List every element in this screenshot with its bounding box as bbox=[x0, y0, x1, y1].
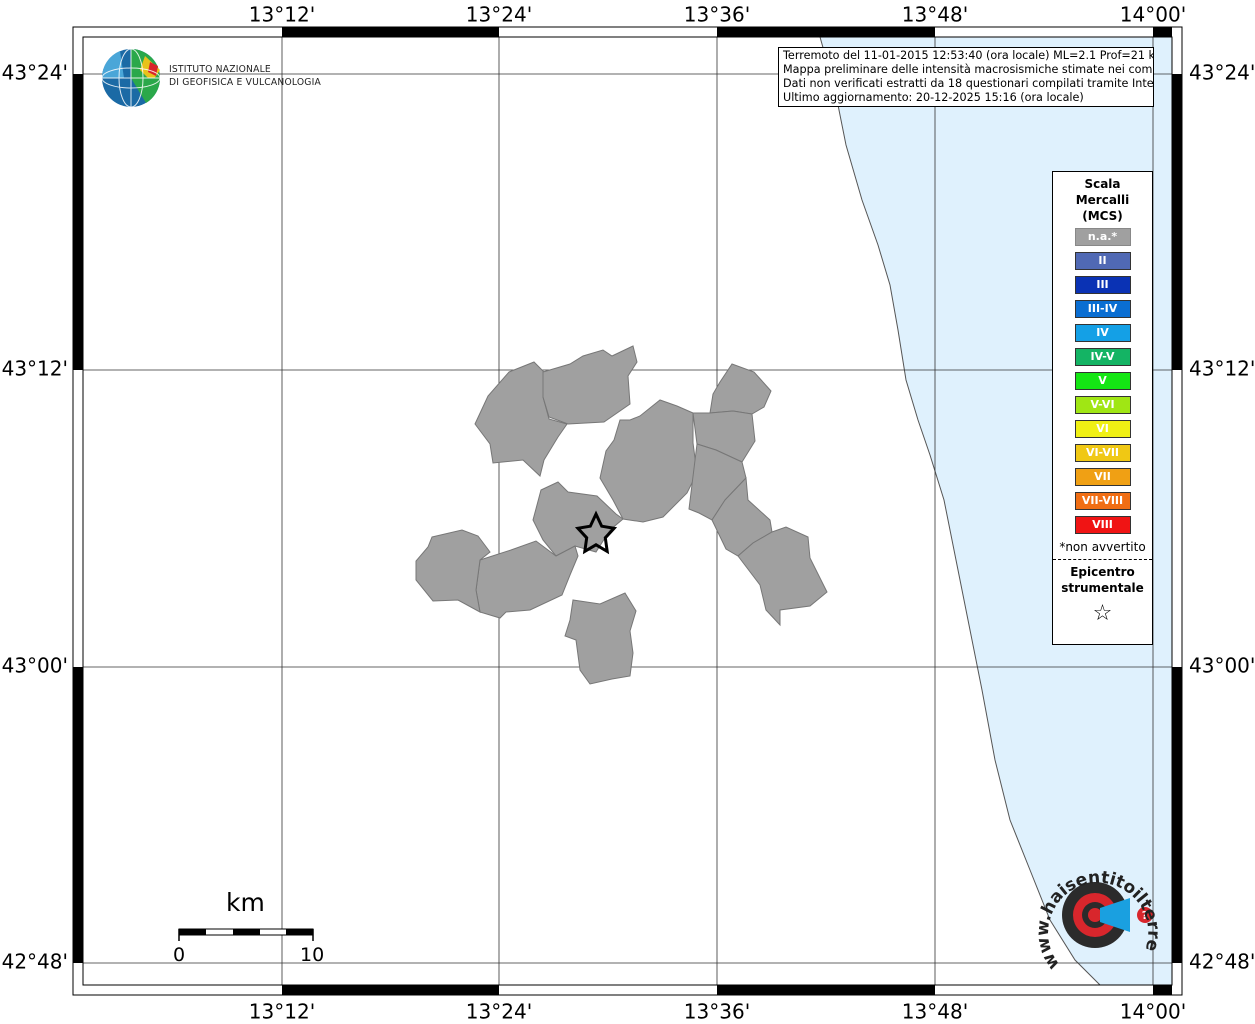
legend-item: III bbox=[1074, 276, 1131, 294]
municipality-10[interactable] bbox=[475, 540, 579, 619]
scale-bar-unit: km bbox=[226, 888, 265, 917]
ingv-globe-icon bbox=[101, 48, 161, 108]
legend-item: VIII bbox=[1074, 516, 1131, 534]
lon-label-bottom: 13°12' bbox=[249, 1000, 315, 1024]
star-icon: ☆ bbox=[1092, 601, 1113, 626]
event-info-line2: Mappa preliminare delle intensità macros… bbox=[783, 63, 1154, 76]
ingv-logo-line2: DI GEOFISICA E VULCANOLOGIA bbox=[169, 77, 321, 88]
legend-title: Scala Mercalli (MCS) bbox=[1053, 176, 1152, 224]
legend-item: IV-V bbox=[1074, 348, 1131, 366]
event-info-line4: Ultimo aggiornamento: 20-12-2025 15:16 (… bbox=[783, 91, 1084, 104]
lat-label-left: 43°12' bbox=[2, 357, 68, 381]
scale-bar bbox=[178, 928, 314, 941]
lat-label-right: 43°12' bbox=[1189, 357, 1255, 381]
scale-bar-start: 0 bbox=[173, 944, 186, 966]
lat-label-right: 42°48' bbox=[1189, 950, 1255, 974]
ingv-logo-text: ISTITUTO NAZIONALE DI GEOFISICA E VULCAN… bbox=[169, 63, 321, 89]
lon-label-bottom: 13°36' bbox=[684, 1000, 750, 1024]
legend-epicenter-label: Epicentro strumentale bbox=[1053, 564, 1152, 596]
lat-labels-right: 43°24' 43°12' 43°00' 42°48' bbox=[1189, 61, 1255, 974]
legend-item: II bbox=[1074, 252, 1131, 270]
legend-item: V bbox=[1074, 372, 1131, 390]
legend-separator bbox=[1053, 559, 1152, 560]
municipality-3[interactable] bbox=[599, 399, 698, 523]
legend-item: IV bbox=[1074, 324, 1131, 342]
legend-title-line2: Mercalli bbox=[1075, 193, 1130, 207]
legend-item: n.a.* bbox=[1074, 228, 1131, 246]
lat-label-left: 43°24' bbox=[2, 61, 68, 85]
legend-item: V-VI bbox=[1074, 396, 1131, 414]
legend-item: VII-VIII bbox=[1074, 492, 1131, 510]
lon-label-top: 13°36' bbox=[684, 3, 750, 27]
legend-items: n.a.* II III III-IV IV IV-V V V-VI VI VI-VII VII VI… bbox=[1053, 228, 1152, 534]
legend-item: III-IV bbox=[1074, 300, 1131, 318]
municipality-12[interactable] bbox=[564, 592, 637, 685]
legend-item: VI-VII bbox=[1074, 444, 1131, 462]
lat-label-right: 43°24' bbox=[1189, 61, 1255, 85]
event-info-line3: Dati non verificati estratti da 18 quest… bbox=[783, 77, 1154, 90]
event-info-line1: Terremoto del 11-01-2015 12:53:40 (ora l… bbox=[783, 49, 1154, 62]
ingv-logo-line1: ISTITUTO NAZIONALE bbox=[169, 64, 271, 75]
intensity-legend: Scala Mercalli (MCS) n.a.* II III III-IV IV I… bbox=[1052, 171, 1153, 645]
legend-note: *non avvertito bbox=[1059, 540, 1146, 554]
lat-label-left: 43°00' bbox=[2, 654, 68, 678]
lon-label-top: 13°12' bbox=[249, 3, 315, 27]
legend-title-line3: (MCS) bbox=[1082, 209, 1123, 223]
legend-epicenter-line2: strumentale bbox=[1061, 581, 1144, 595]
lon-label-top: 14°00' bbox=[1120, 3, 1186, 27]
lon-label-bottom: 13°48' bbox=[902, 1000, 968, 1024]
legend-item: VII bbox=[1074, 468, 1131, 486]
lon-label-bottom: 13°24' bbox=[466, 1000, 532, 1024]
lon-label-top: 13°24' bbox=[466, 3, 532, 27]
lon-label-bottom: 14°00' bbox=[1120, 1000, 1186, 1024]
lon-label-top: 13°48' bbox=[902, 3, 968, 27]
legend-item: VI bbox=[1074, 420, 1131, 438]
municipality-4[interactable] bbox=[709, 363, 772, 415]
legend-title-line1: Scala bbox=[1084, 177, 1121, 191]
lat-label-right: 43°00' bbox=[1189, 654, 1255, 678]
lon-labels-bottom: 13°12' 13°24' 13°36' 13°48' 14°00' bbox=[249, 1000, 1186, 1024]
municipalities bbox=[415, 345, 828, 685]
event-info-box: Terremoto del 11-01-2015 12:53:40 (ora l… bbox=[778, 47, 1154, 107]
lon-labels-top: 13°12' 13°24' 13°36' 13°48' 14°00' bbox=[249, 3, 1186, 27]
scale-bar-end: 10 bbox=[300, 944, 325, 966]
municipality-2[interactable] bbox=[542, 345, 638, 425]
legend-epicenter-line1: Epicentro bbox=[1070, 565, 1135, 579]
lat-labels-left: 43°24' 43°12' 43°00' 42°48' bbox=[2, 61, 68, 974]
lat-label-left: 42°48' bbox=[2, 950, 68, 974]
